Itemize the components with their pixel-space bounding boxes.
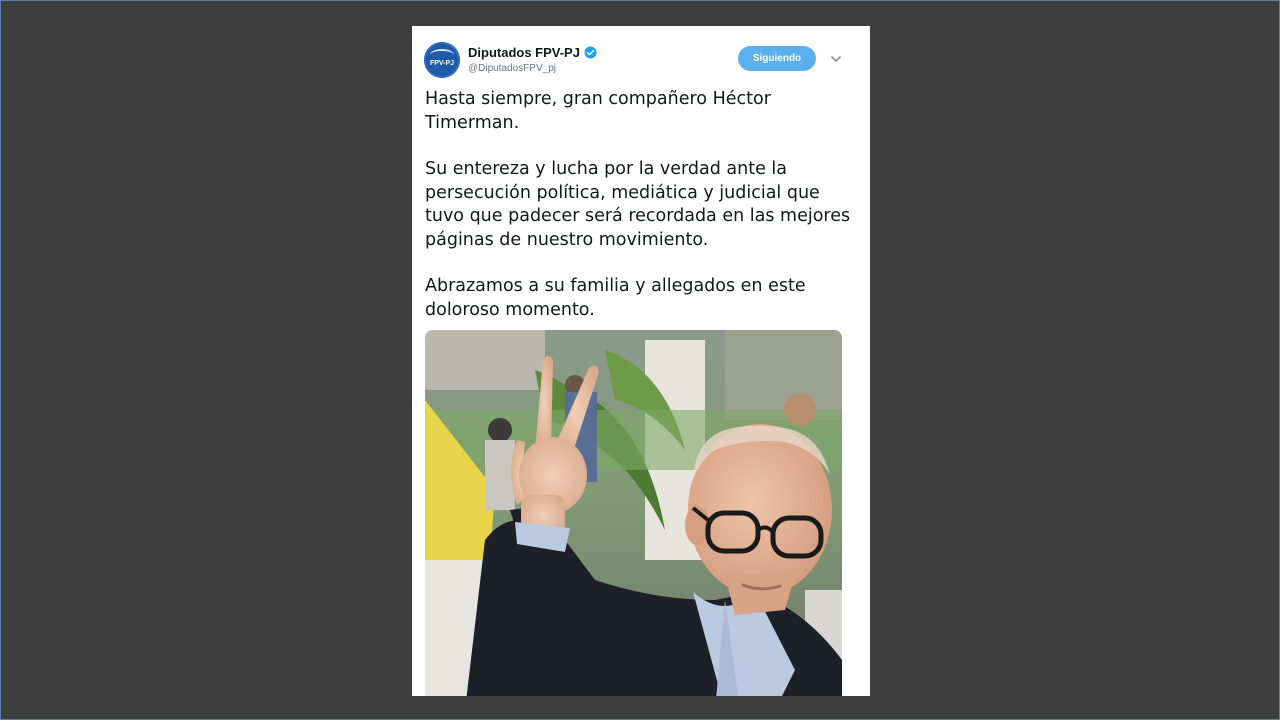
user-handle[interactable]: @DiputadosFPV_pj	[468, 63, 556, 74]
verified-badge-icon	[584, 46, 597, 59]
profile-avatar[interactable]: FPV-PJ	[424, 42, 460, 78]
photo-image	[425, 330, 842, 696]
display-name[interactable]: Diputados FPV-PJ	[468, 45, 580, 60]
name-row: Diputados FPV-PJ	[468, 45, 597, 60]
tweet-paragraph: Abrazamos a su familia y allegados en es…	[425, 276, 812, 320]
tweet-card[interactable]: FPV-PJ Diputados FPV-PJ @DiputadosFPV_pj…	[412, 26, 870, 696]
tweet-paragraph: Su entereza y lucha por la verdad ante l…	[425, 159, 856, 250]
tweet-paragraph: Hasta siempre, gran compañero Héctor Tim…	[425, 89, 777, 133]
slide-background: FPV-PJ Diputados FPV-PJ @DiputadosFPV_pj…	[0, 0, 1280, 720]
chevron-down-icon[interactable]	[829, 52, 843, 66]
avatar-text: FPV-PJ	[429, 59, 455, 67]
following-button[interactable]: Siguiendo	[738, 46, 816, 71]
tweet-text: Hasta siempre, gran compañero Héctor Tim…	[425, 88, 855, 345]
tweet-photo[interactable]	[425, 330, 842, 696]
